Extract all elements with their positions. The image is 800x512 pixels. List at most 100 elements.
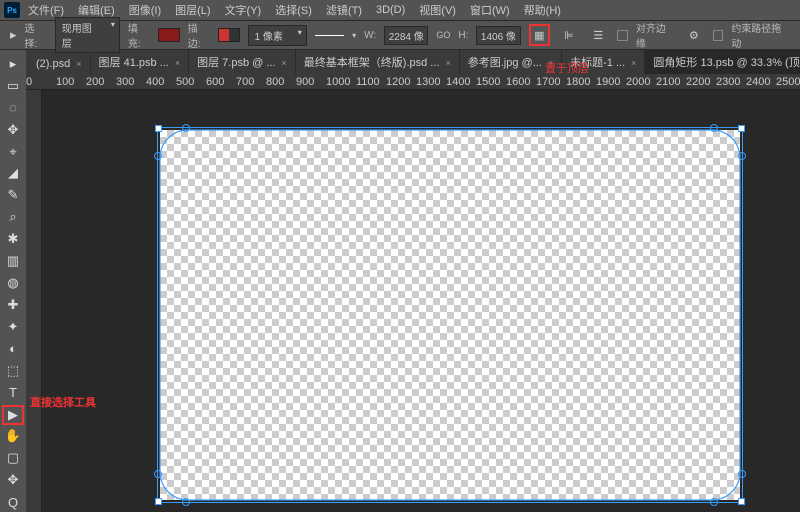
ruler-tick: 1600 [506, 76, 530, 88]
close-icon[interactable]: × [282, 58, 287, 68]
anchor[interactable] [738, 152, 746, 160]
ruler-vertical [26, 90, 42, 512]
tool-2[interactable]: ◌ [2, 98, 24, 118]
ruler-tick: 0 [26, 76, 32, 88]
menu-3d[interactable]: 3D(D) [370, 2, 411, 18]
height-label: H: [458, 30, 468, 41]
tool-8[interactable]: ✱ [2, 229, 24, 249]
anchor[interactable] [182, 498, 190, 506]
menu-help[interactable]: 帮助(H) [518, 0, 567, 20]
path-arrange-button[interactable]: ☰ [588, 24, 610, 46]
link-icon[interactable]: GO [436, 30, 450, 40]
anchor[interactable] [154, 470, 162, 478]
tool-6[interactable]: ✎ [2, 185, 24, 205]
stroke-width-dropdown[interactable]: 1 像素 [248, 25, 307, 46]
width-label: W: [364, 30, 376, 41]
gear-icon[interactable]: ⚙ [683, 24, 705, 46]
anchor[interactable] [738, 470, 746, 478]
constrain-checkbox[interactable] [713, 30, 724, 41]
tool-9[interactable]: ▥ [2, 251, 24, 271]
app-icon: Ps [4, 2, 20, 18]
rounded-rect-path[interactable] [157, 127, 743, 503]
ruler-tick: 2100 [656, 76, 680, 88]
menu-filter[interactable]: 滤镜(T) [320, 0, 368, 20]
tool-14[interactable]: ⬚ [2, 361, 24, 381]
align-edges-label: 对齐边缘 [636, 20, 675, 50]
options-bar: ▸ 选择: 现用图层 填充: 描边: 1 像素 ▾ W: 2284 像 GO H… [0, 20, 800, 50]
tool-19[interactable]: ✥ [2, 470, 24, 490]
menu-type[interactable]: 文字(Y) [219, 0, 268, 20]
toolbox: ▸▭◌✥⌖◢✎⌕✱▥◍✚✦◐⬚T▶✋▢✥Q [0, 50, 26, 512]
canvas-area[interactable] [42, 90, 800, 512]
arrow-icon: ▸ [10, 27, 17, 43]
tab-1[interactable]: 图层 41.psb ...× [91, 50, 190, 74]
handle-tr[interactable] [738, 125, 745, 132]
handle-tl[interactable] [155, 125, 162, 132]
ruler-tick: 800 [266, 76, 284, 88]
ruler-tick: 900 [296, 76, 314, 88]
tool-15[interactable]: T [2, 383, 24, 403]
menu-layer[interactable]: 图层(L) [169, 0, 216, 20]
ruler-tick: 1900 [596, 76, 620, 88]
ruler-tick: 700 [236, 76, 254, 88]
ruler-tick: 100 [56, 76, 74, 88]
tab-3[interactable]: 最终基本框架（终版).psd ...× [296, 50, 460, 74]
ruler-tick: 1000 [326, 76, 350, 88]
tab-0[interactable]: (2).psd× [28, 54, 91, 74]
tool-12[interactable]: ✦ [2, 317, 24, 337]
anchor[interactable] [182, 124, 190, 132]
menu-view[interactable]: 视图(V) [413, 0, 462, 20]
ruler-tick: 2300 [716, 76, 740, 88]
close-icon[interactable]: × [445, 58, 450, 68]
menu-image[interactable]: 图像(I) [123, 0, 167, 20]
handle-br[interactable] [738, 498, 745, 505]
tool-20[interactable]: Q [2, 492, 24, 512]
width-input[interactable]: 2284 像 [384, 26, 428, 45]
ruler-tick: 2200 [686, 76, 710, 88]
tool-17[interactable]: ✋ [2, 427, 24, 447]
tool-13[interactable]: ◐ [2, 339, 24, 359]
tool-18[interactable]: ▢ [2, 448, 24, 468]
ruler-tick: 400 [146, 76, 164, 88]
ruler-tick: 2400 [746, 76, 770, 88]
ruler-tick: 500 [176, 76, 194, 88]
tool-5[interactable]: ◢ [2, 164, 24, 184]
fill-swatch[interactable] [158, 28, 180, 42]
tab-2[interactable]: 图层 7.psb @ ...× [189, 50, 296, 74]
ruler-horizontal: 0100200300400500600700800900100011001200… [26, 74, 800, 90]
ruler-tick: 1500 [476, 76, 500, 88]
constrain-label: 约束路径拖动 [731, 20, 790, 50]
stroke-style[interactable] [315, 35, 344, 36]
callout-bring-front: 置于顶层 [545, 60, 589, 76]
tab-6[interactable]: 圆角矩形 13.psb @ 33.3% (顶盖 拷贝, RGB/8)× [645, 50, 800, 74]
tool-0[interactable]: ▸ [2, 54, 24, 74]
path-operations-button[interactable]: ▦ [529, 24, 551, 46]
tool-16[interactable]: ▶ [2, 405, 24, 425]
anchor[interactable] [710, 124, 718, 132]
anchor[interactable] [710, 498, 718, 506]
stroke-swatch[interactable] [218, 28, 240, 42]
ruler-tick: 1200 [386, 76, 410, 88]
anchor[interactable] [154, 152, 162, 160]
path-align-button[interactable]: ⊫ [558, 24, 580, 46]
close-icon[interactable]: × [631, 58, 636, 68]
close-icon[interactable]: × [175, 58, 180, 68]
handle-bl[interactable] [155, 498, 162, 505]
menu-window[interactable]: 窗口(W) [464, 0, 516, 20]
menu-select[interactable]: 选择(S) [269, 0, 318, 20]
tool-4[interactable]: ⌖ [2, 142, 24, 162]
artboard[interactable] [160, 130, 740, 500]
ruler-tick: 600 [206, 76, 224, 88]
menu-bar: Ps 文件(F) 编辑(E) 图像(I) 图层(L) 文字(Y) 选择(S) 滤… [0, 0, 800, 20]
tool-7[interactable]: ⌕ [2, 207, 24, 227]
ruler-tick: 2000 [626, 76, 650, 88]
tool-1[interactable]: ▭ [2, 76, 24, 96]
tool-10[interactable]: ◍ [2, 273, 24, 293]
tool-11[interactable]: ✚ [2, 295, 24, 315]
close-icon[interactable]: × [76, 59, 81, 69]
height-input[interactable]: 1406 像 [476, 26, 520, 45]
select-layer-dropdown[interactable]: 现用图层 [55, 17, 120, 53]
align-edges-checkbox[interactable] [617, 30, 628, 41]
fill-label: 填充: [128, 20, 150, 50]
tool-3[interactable]: ✥ [2, 120, 24, 140]
